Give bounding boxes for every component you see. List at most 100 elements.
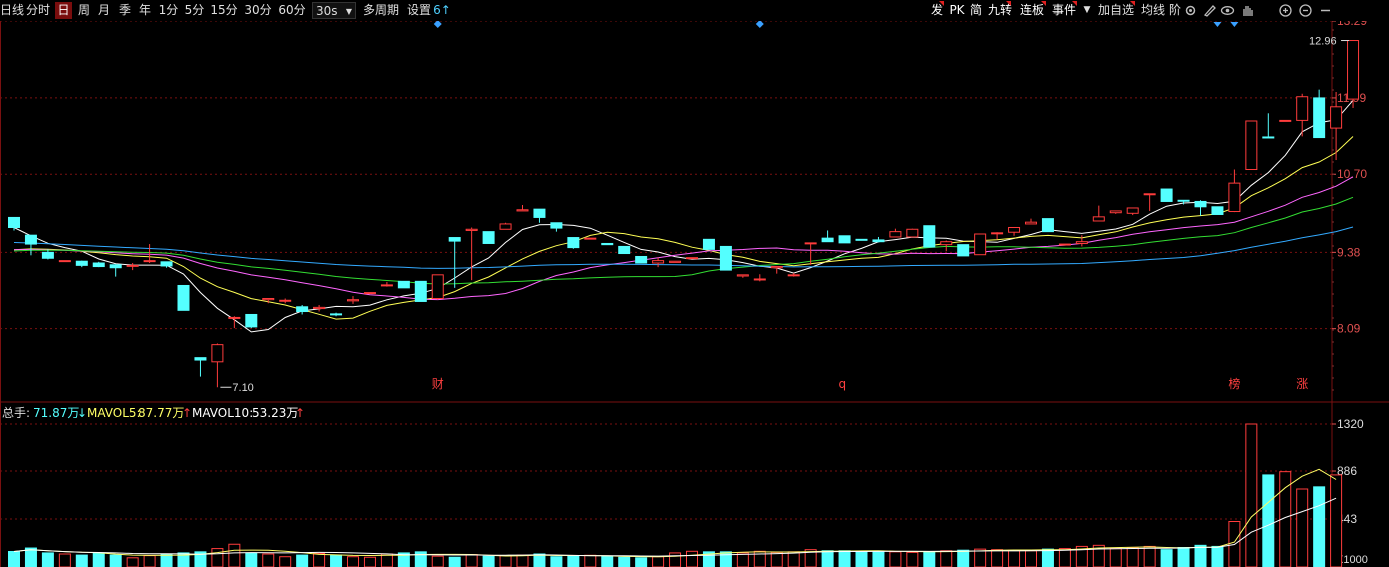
candle-body — [41, 251, 54, 259]
candle — [1092, 205, 1105, 222]
candle-body — [1228, 182, 1241, 213]
candle — [313, 305, 326, 312]
more-tags-arrow[interactable]: ▼ — [1081, 2, 1093, 19]
stock-chart[interactable]: 13.2911.9910.709.388.091320886443X100012… — [0, 21, 1389, 567]
candle-body — [228, 316, 241, 319]
candle — [347, 296, 359, 304]
mavol10-label: MAVOL10: — [192, 406, 253, 420]
volume-bar — [1126, 547, 1139, 567]
volume-bar — [584, 554, 597, 567]
avg-line-button[interactable]: 均线 — [1139, 2, 1167, 19]
candle — [296, 305, 309, 315]
candle-body — [804, 242, 817, 245]
chevron-down-icon: ▼ — [345, 7, 352, 16]
candle-body — [787, 274, 800, 277]
price-tick-label: 8.09 — [1337, 322, 1361, 336]
period-tab-60min[interactable]: 60分 — [277, 2, 307, 19]
settings-button[interactable]: 设置 — [405, 2, 433, 19]
price-tick-label: 13.29 — [1337, 21, 1367, 28]
hand-icon[interactable] — [1240, 3, 1255, 18]
candle — [991, 232, 1004, 240]
candle — [516, 205, 529, 212]
candle-body — [1008, 226, 1021, 233]
period-tab[interactable]: 分时 — [24, 2, 52, 19]
candle-body — [601, 242, 614, 246]
volume-bar — [448, 556, 461, 567]
candle — [8, 216, 20, 231]
tag-pk[interactable]: PK — [948, 2, 966, 19]
candle-body — [669, 260, 682, 263]
candle — [601, 242, 614, 246]
settings-gear-icon[interactable] — [1183, 3, 1198, 18]
candle-body — [719, 245, 732, 271]
candle-body — [1041, 218, 1054, 233]
mavol10-value: 53.23万 — [252, 406, 298, 420]
volume-bar — [618, 556, 631, 567]
candle-body — [1194, 200, 1207, 208]
volume-bar — [855, 550, 868, 567]
candle — [855, 238, 868, 241]
multi-period-button[interactable]: 多周期 — [360, 2, 402, 19]
candle — [194, 357, 207, 377]
diamond-marker — [755, 21, 764, 28]
candle-body — [160, 261, 173, 267]
volume-bar — [940, 550, 953, 567]
candle — [974, 233, 987, 256]
candle-body — [940, 241, 953, 246]
candle — [92, 261, 105, 268]
candle — [1008, 226, 1021, 236]
zoom-in-icon[interactable] — [1278, 3, 1293, 18]
candle-body — [1313, 97, 1326, 139]
period-tab-daily[interactable]: 日 — [55, 2, 72, 19]
eye-icon[interactable] — [1220, 3, 1235, 18]
zoom-out-icon[interactable] — [1298, 3, 1313, 18]
candle-body — [24, 234, 37, 245]
volume-bar — [330, 554, 343, 567]
period-tab-15min[interactable]: 15分 — [209, 2, 239, 19]
tag-simple[interactable]: 简 — [968, 2, 984, 19]
candle-body — [686, 257, 698, 260]
volume-bar — [991, 549, 1004, 567]
candle-body — [821, 237, 834, 243]
candle-body — [1330, 106, 1343, 129]
candle-body — [1092, 216, 1105, 222]
candle-body — [448, 237, 461, 242]
daily-tab-cut[interactable]: 日线 — [0, 2, 24, 19]
settings-badge: 6↑ — [433, 3, 451, 17]
period-tab-quarterly[interactable]: 季 — [116, 2, 134, 19]
collapse-icon[interactable] — [1318, 3, 1333, 18]
period-tab-30min[interactable]: 30分 — [243, 2, 273, 19]
period-tab-monthly[interactable]: 月 — [95, 2, 113, 19]
period-tab-weekly[interactable]: 周 — [75, 2, 93, 19]
period-tab-5min[interactable]: 5分 — [183, 2, 206, 19]
candle-body — [414, 280, 427, 302]
candle — [567, 237, 580, 249]
volume-bar — [347, 556, 359, 567]
red-corner-mark — [1130, 1, 1135, 6]
candle-body — [1025, 221, 1037, 225]
candle-body — [1296, 96, 1309, 121]
volume-bar — [957, 549, 970, 567]
candle-body — [279, 299, 292, 302]
candle — [1058, 243, 1071, 246]
candle-body — [923, 225, 936, 248]
candle-body — [957, 244, 970, 257]
pen-draw-icon[interactable] — [1202, 3, 1217, 18]
candle-body — [1160, 188, 1173, 202]
volume-bar — [363, 556, 376, 567]
candle-body — [1109, 210, 1122, 214]
volume-bar — [1143, 545, 1156, 567]
ma5-line — [13, 100, 1354, 333]
candle — [821, 230, 834, 243]
mavol5-value: 87.77万 — [138, 406, 184, 420]
candle — [584, 237, 597, 240]
event-marker: 榜 — [1228, 376, 1240, 391]
volume-bar — [736, 552, 749, 567]
candle-body — [380, 284, 393, 287]
volume-bar — [465, 554, 478, 567]
step-select[interactable]: 30s ▼ — [312, 2, 356, 19]
volume-bar — [279, 556, 292, 567]
period-tab-yearly[interactable]: 年 — [136, 2, 154, 19]
candle — [906, 228, 919, 238]
period-tab-1min[interactable]: 1分 — [157, 2, 180, 19]
